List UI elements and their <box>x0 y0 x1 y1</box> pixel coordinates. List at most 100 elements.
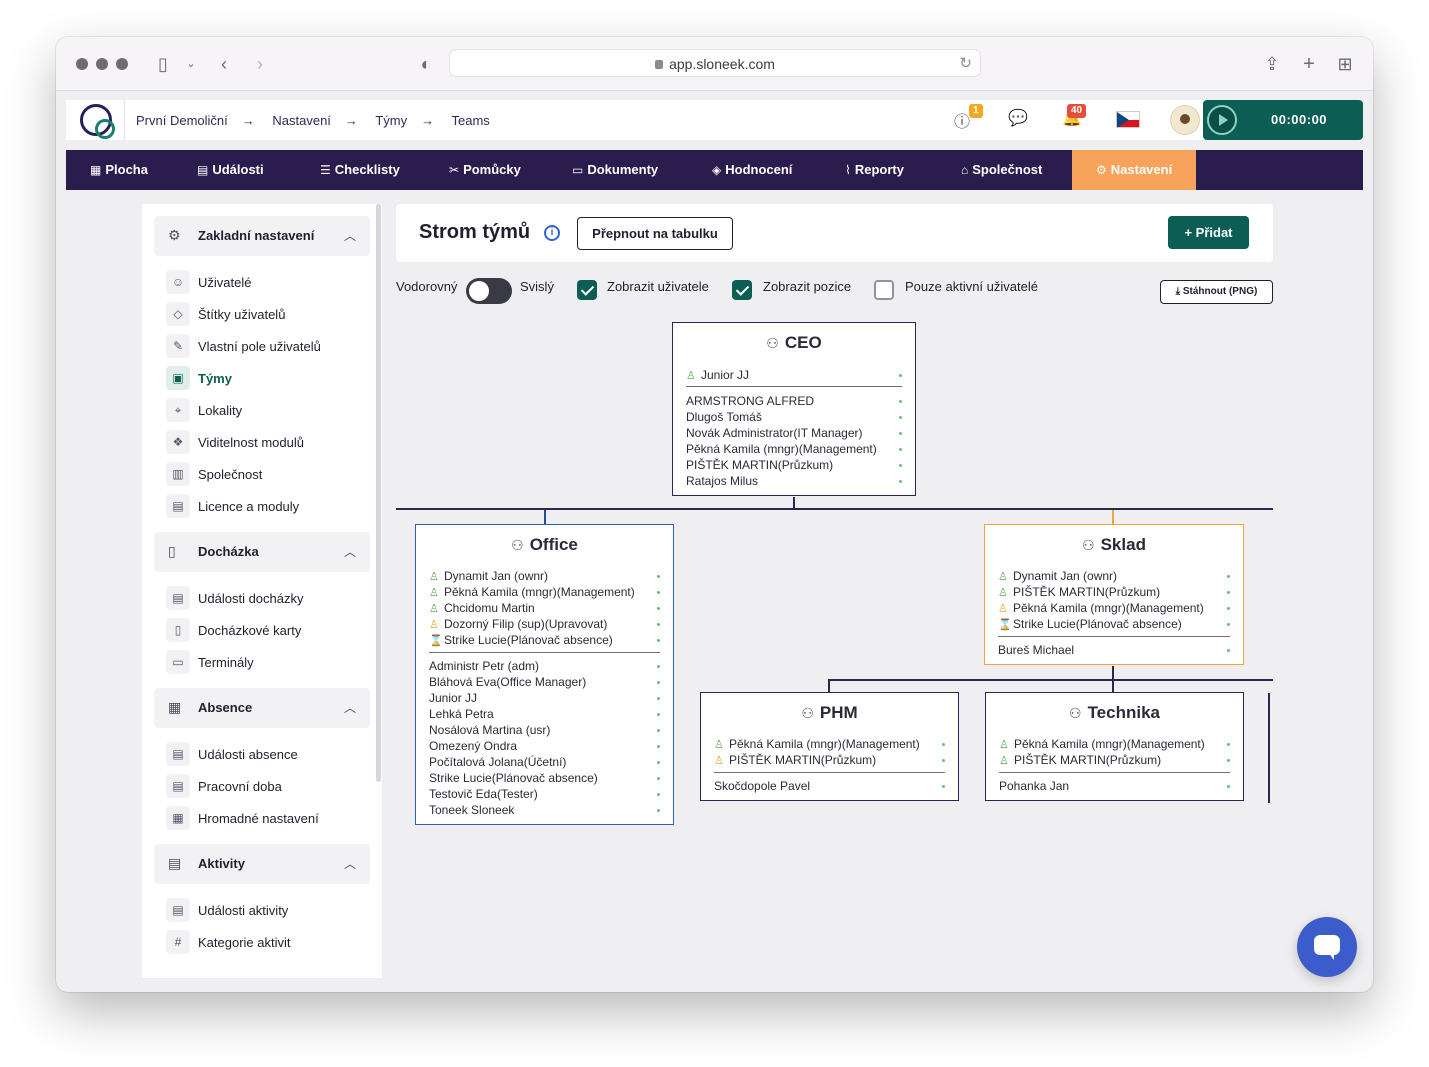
orientation-toggle[interactable] <box>466 278 512 304</box>
reload-icon[interactable]: ↻ <box>959 54 972 72</box>
nav-checklisty[interactable]: ☰ Checklisty <box>320 150 400 190</box>
team-icon: ⚇ <box>801 705 814 721</box>
sloneek-logo[interactable] <box>80 104 115 139</box>
show-positions-checkbox[interactable] <box>732 280 752 300</box>
new-tab-icon[interactable]: + <box>1298 53 1320 75</box>
orientation-right-label: Svislý <box>520 279 554 294</box>
terminal-icon: ▭ <box>166 650 190 674</box>
section-basic-settings[interactable]: ⚙ Zakladní nastavení ︿ <box>154 216 370 256</box>
close-window-button[interactable] <box>76 58 88 70</box>
info-icon[interactable]: i <box>544 225 560 241</box>
breadcrumb: První Demoliční → Nastavení → Týmy → Teams <box>136 113 490 128</box>
alert-badge: 1 <box>969 104 983 118</box>
chevron-up-icon: ︿ <box>343 857 356 871</box>
breadcrumb-current: Teams <box>451 113 490 128</box>
nav-hodnoceni[interactable]: ◈ Hodnocení <box>712 150 792 190</box>
edit-icon: ✎ <box>166 334 190 358</box>
breadcrumb-teams[interactable]: Týmy <box>375 113 407 128</box>
breadcrumb-company[interactable]: První Demoliční <box>136 113 228 128</box>
modules-icon: ❖ <box>166 430 190 454</box>
app-header: První Demoliční → Nastavení → Týmy → Teams … <box>66 100 1363 140</box>
calendar-grid-icon: ▦ <box>166 806 190 830</box>
team-node-office[interactable]: ⚇ Office ♙ Dynamit Jan (ownr) ♙ Pěkná Kamil… <box>415 524 674 825</box>
share-icon[interactable]: ⇪ <box>1261 53 1283 75</box>
lock-icon <box>655 60 664 69</box>
orientation-left-label: Vodorovný <box>396 279 458 294</box>
team-icon: ▣ <box>166 366 190 390</box>
nav-spolecnost[interactable]: ⌂ Společnost <box>961 150 1042 190</box>
address-bar[interactable]: app.sloneek.com ↻ <box>449 49 981 77</box>
checklist-icon: ☰ <box>320 163 331 177</box>
timer-display: 00:00:00 <box>1271 112 1328 127</box>
team-lead-row: ♙ Junior JJ <box>686 368 902 384</box>
chevron-up-icon: ︿ <box>343 545 356 559</box>
nav-udalosti[interactable]: ▤ Události <box>197 150 264 190</box>
team-member-row: PIŠTĚK MARTIN(Průzkum) <box>686 458 902 474</box>
sidebar-scrollbar[interactable] <box>376 204 381 782</box>
team-member-row: Novák Administrator(IT Manager) <box>686 426 902 442</box>
manager-icon: ♙ <box>999 739 1009 751</box>
tools-icon: ✂ <box>449 163 460 177</box>
user-avatar[interactable] <box>1170 105 1200 135</box>
licence-icon: ▤ <box>166 494 190 518</box>
nav-nastaveni[interactable]: ⚙ Nastavení <box>1072 150 1197 190</box>
add-team-button[interactable]: + Přidat <box>1168 216 1249 249</box>
section-activities[interactable]: ▤ Aktivity ︿ <box>154 844 370 884</box>
zoom-window-button[interactable] <box>116 58 128 70</box>
team-node-phm[interactable]: ⚇ PHM ♙ Pěkná Kamila (mngr)(Management) ♙ P… <box>700 692 959 801</box>
lead-user-icon: ♙ <box>429 603 439 615</box>
calendar-icon: ▤ <box>166 586 190 610</box>
forward-icon[interactable]: › <box>252 53 268 75</box>
manager-icon: ♙ <box>998 603 1008 615</box>
users-icon: ☺ <box>166 270 190 294</box>
czech-flag-icon[interactable] <box>1116 111 1140 128</box>
sidebar-toggle-icon[interactable]: ▯ <box>152 53 174 75</box>
section-absence[interactable]: ▦ Absence ︿ <box>154 688 370 728</box>
minimize-window-button[interactable] <box>96 58 108 70</box>
team-node-sklad[interactable]: ⚇ Sklad ♙ Dynamit Jan (ownr) ♙ PIŠTĚK MARTI… <box>984 524 1244 665</box>
team-member-row: Pěkná Kamila (mngr)(Management) <box>686 442 902 458</box>
show-users-label: Zobrazit uživatele <box>607 279 709 294</box>
team-node-technika[interactable]: ⚇ Technika ♙ Pěkná Kamila (mngr)(Managemen… <box>985 692 1244 801</box>
team-icon: ⚇ <box>766 335 779 351</box>
time-tracker: 00:00:00 <box>1203 100 1363 140</box>
chat-support-button[interactable] <box>1297 917 1357 977</box>
team-member-row: Ratajos Milus <box>686 474 902 490</box>
calendar-icon: ▤ <box>197 163 209 177</box>
show-users-checkbox[interactable] <box>577 280 597 300</box>
breadcrumb-settings[interactable]: Nastavení <box>272 113 331 128</box>
team-node-ceo[interactable]: ⚇ CEO ♙ Junior JJ ARMSTRONG ALFRED Dlugoš … <box>672 322 916 496</box>
nav-reporty[interactable]: ⌇ Reporty <box>845 150 904 190</box>
nav-plocha[interactable]: ▦ Plocha <box>90 150 148 190</box>
nav-dokumenty[interactable]: ▭ Dokumenty <box>572 150 658 190</box>
nav-pomucky[interactable]: ✂ Pomůcky <box>449 150 521 190</box>
chevron-up-icon: ︿ <box>343 229 356 243</box>
back-icon[interactable]: ‹ <box>216 53 232 75</box>
download-png-button[interactable]: ⤓ Stáhnout (PNG) <box>1160 280 1273 304</box>
only-active-label: Pouze aktivní uživatelé <box>905 279 1038 294</box>
url-text: app.sloneek.com <box>669 56 775 72</box>
tab-overview-icon[interactable]: ⊞ <box>1334 53 1356 75</box>
manager-icon: ♙ <box>714 739 724 751</box>
absence-planner-icon: ⌛ <box>998 619 1012 631</box>
privacy-shield-icon[interactable]: ◐ <box>416 53 436 75</box>
owner-icon: ♙ <box>998 571 1008 583</box>
rating-icon: ◈ <box>712 163 722 177</box>
chat-bubbles-icon[interactable]: 💬 <box>1008 108 1028 128</box>
alert-icon[interactable]: ⓘ <box>954 108 970 132</box>
building-icon: ▥ <box>166 462 190 486</box>
chevron-down-icon[interactable]: ⌄ <box>184 53 198 75</box>
switch-to-table-button[interactable]: Přepnout na tabulku <box>577 217 733 250</box>
folder-icon: ▭ <box>572 163 584 177</box>
play-icon[interactable] <box>1207 105 1237 135</box>
download-icon: ⤓ <box>1175 286 1183 297</box>
team-icon: ⚇ <box>1069 705 1082 721</box>
badge-icon: ▯ <box>168 543 176 559</box>
hash-icon: # <box>166 930 190 954</box>
gears-icon: ⚙ <box>168 227 181 243</box>
gear-icon: ⚙ <box>1096 163 1107 177</box>
only-active-checkbox[interactable] <box>874 280 894 300</box>
section-attendance[interactable]: ▯ Docházka ︿ <box>154 532 370 572</box>
calendar-icon: ▤ <box>166 898 190 922</box>
lead-user-icon: ♙ <box>686 370 696 382</box>
